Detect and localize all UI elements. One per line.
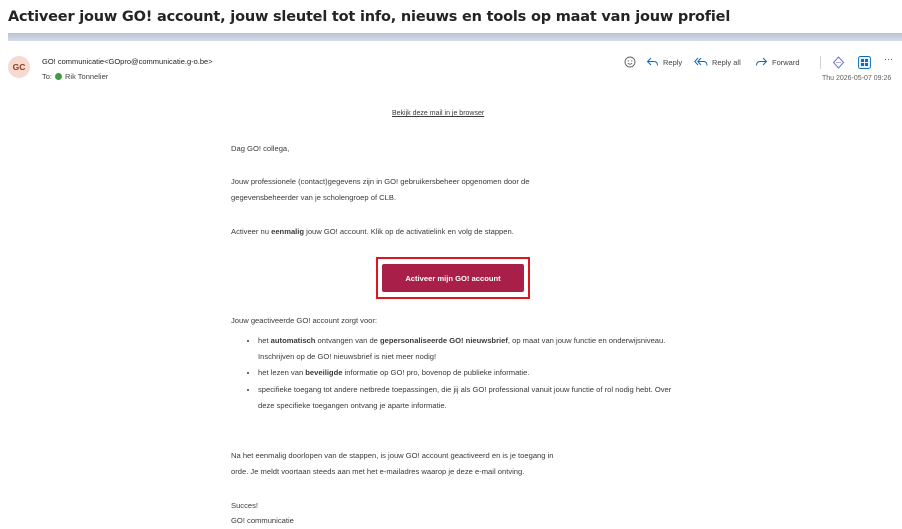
- header-divider-bar: [8, 33, 902, 41]
- activate-account-button[interactable]: Activeer mijn GO! account: [382, 264, 524, 292]
- forward-icon: [756, 57, 768, 66]
- emphasis-text: automatisch: [270, 336, 316, 345]
- apps-grid-icon: [858, 56, 871, 69]
- reply-button[interactable]: Reply: [646, 56, 682, 68]
- smiley-icon: [624, 56, 636, 68]
- list-intro: Jouw geactiveerde GO! account zorgt voor…: [231, 316, 378, 325]
- paragraph-registration: Jouw professionele (contact)gegevens zij…: [231, 174, 529, 206]
- received-date: Thu 2026-05-07 09:26: [822, 75, 892, 82]
- message-toolbar: Reply Reply all Forward ···: [0, 54, 902, 70]
- text-span: Activeer nu: [231, 227, 272, 236]
- paragraph-completion: Na het eenmalig doorlopen van de stappen…: [231, 448, 554, 480]
- recipient-name[interactable]: Rik Tonnelier: [65, 72, 108, 81]
- paragraph-line: gegevensbeheerder van je scholengroep of…: [231, 193, 397, 202]
- paragraph-activate: Activeer nu eenmalig jouw GO! account. K…: [231, 224, 514, 240]
- list-item: het lezen van beveiligde informatie op G…: [258, 365, 688, 381]
- signature: GO! communicatie: [231, 516, 294, 525]
- text-span: jouw GO! account. Klik op de activatieli…: [304, 227, 514, 236]
- forward-label: Forward: [772, 57, 800, 67]
- greeting: Dag GO! collega,: [231, 144, 290, 153]
- signoff: Succes!: [231, 501, 259, 510]
- reply-icon: [646, 57, 658, 66]
- list-item: het automatisch ontvangen van de geperso…: [258, 333, 688, 365]
- emphasis-text: gepersonaliseerde GO! nieuwsbrief: [380, 336, 508, 345]
- reply-all-button[interactable]: Reply all: [694, 56, 741, 68]
- view-in-browser-link[interactable]: Bekijk deze mail in je browser: [392, 110, 484, 117]
- reply-all-icon: [694, 57, 708, 66]
- paragraph-line: Jouw professionele (contact)gegevens zij…: [231, 177, 530, 186]
- emphasis-text: beveiligde: [305, 368, 343, 378]
- text-span: het lezen van: [258, 368, 306, 378]
- benefits-list: het automatisch ontvangen van de geperso…: [240, 333, 688, 414]
- emphasis-text: eenmalig: [271, 227, 305, 236]
- more-options-button[interactable]: ···: [884, 54, 893, 64]
- to-label: To:: [42, 72, 53, 81]
- paragraph-line: Na het eenmalig doorlopen van de stappen…: [231, 451, 554, 460]
- list-item: specifieke toegang tot andere netbrede t…: [258, 382, 688, 414]
- signature-block: Succes! GO! communicatie: [231, 498, 294, 528]
- copilot-button[interactable]: [832, 56, 845, 69]
- text-span: informatie op GO! pro, bovenop de publie…: [342, 368, 530, 378]
- apps-button[interactable]: [858, 56, 871, 69]
- email-subject: Activeer jouw GO! account, jouw sleutel …: [8, 9, 731, 25]
- recipient-line: To: Rik Tonnelier: [42, 72, 108, 81]
- copilot-icon: [832, 56, 845, 69]
- emoji-reaction-button[interactable]: [624, 56, 636, 68]
- reply-label: Reply: [663, 57, 683, 67]
- paragraph-line: orde. Je meldt voortaan steeds aan met h…: [231, 467, 525, 476]
- text-span: ontvangen van de: [315, 336, 381, 345]
- reply-all-label: Reply all: [712, 57, 741, 67]
- text-span: het: [258, 336, 271, 345]
- forward-button[interactable]: Forward: [755, 56, 800, 68]
- presence-available-icon: [55, 73, 63, 80]
- toolbar-divider: [820, 56, 821, 69]
